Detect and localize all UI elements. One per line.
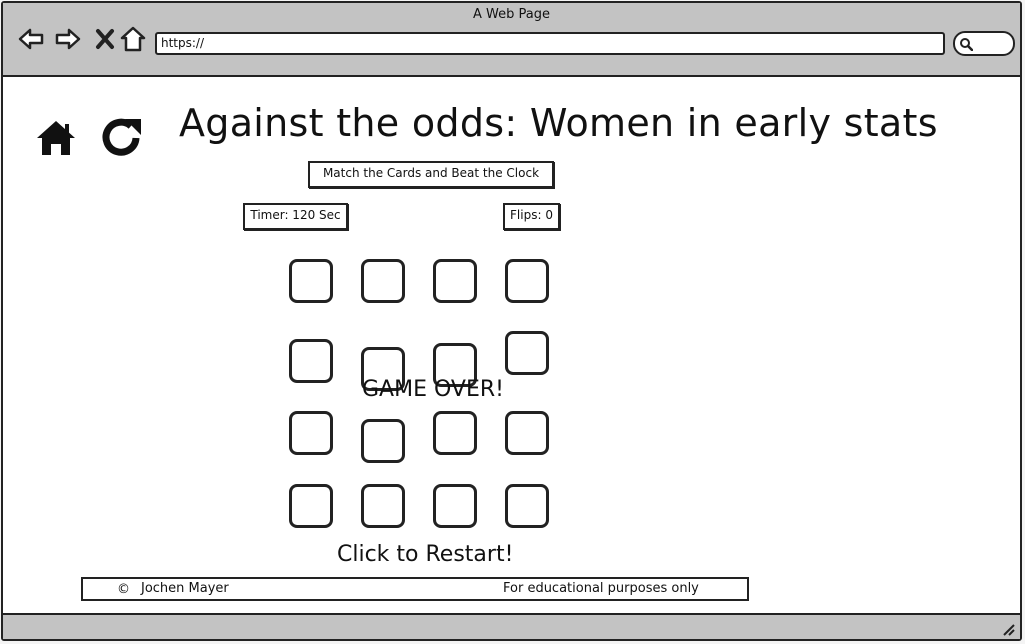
card[interactable] xyxy=(433,411,477,455)
card[interactable] xyxy=(505,411,549,455)
card[interactable] xyxy=(505,484,549,528)
timer-display: Timer: 120 Sec xyxy=(243,203,348,230)
card[interactable] xyxy=(289,339,333,383)
game-over-message: GAME OVER! xyxy=(362,377,504,402)
window-title: A Web Page xyxy=(473,7,550,22)
card[interactable] xyxy=(361,419,405,463)
card[interactable] xyxy=(433,484,477,528)
url-input[interactable]: https:// xyxy=(155,32,945,55)
back-icon[interactable] xyxy=(17,25,45,53)
card[interactable] xyxy=(505,331,549,375)
card[interactable] xyxy=(289,411,333,455)
resize-grip-icon[interactable] xyxy=(1000,621,1016,637)
browser-window: A Web Page https:// Against the odds: Wo… xyxy=(1,1,1022,641)
page-title: Against the odds: Women in early stats xyxy=(179,101,938,145)
flips-counter: Flips: 0 xyxy=(503,203,560,230)
forward-icon[interactable] xyxy=(54,25,82,53)
status-bar xyxy=(3,613,1020,639)
browser-search-field[interactable] xyxy=(953,31,1015,56)
home-icon[interactable] xyxy=(119,25,147,53)
footer-author: Jochen Mayer xyxy=(141,581,229,596)
footer-note: For educational purposes only xyxy=(503,581,699,596)
home-icon[interactable] xyxy=(34,118,78,162)
copyright-symbol: © xyxy=(117,582,130,597)
card[interactable] xyxy=(361,259,405,303)
card[interactable] xyxy=(289,259,333,303)
footer: © Jochen Mayer For educational purposes … xyxy=(81,577,749,601)
refresh-icon[interactable] xyxy=(99,115,145,165)
subtitle-box: Match the Cards and Beat the Clock xyxy=(308,161,554,188)
card[interactable] xyxy=(433,259,477,303)
search-icon xyxy=(960,38,973,51)
card[interactable] xyxy=(289,484,333,528)
restart-button[interactable]: Click to Restart! xyxy=(337,542,513,567)
stop-icon[interactable] xyxy=(91,25,119,53)
browser-chrome: A Web Page https:// xyxy=(3,3,1020,77)
card[interactable] xyxy=(505,259,549,303)
card[interactable] xyxy=(361,484,405,528)
